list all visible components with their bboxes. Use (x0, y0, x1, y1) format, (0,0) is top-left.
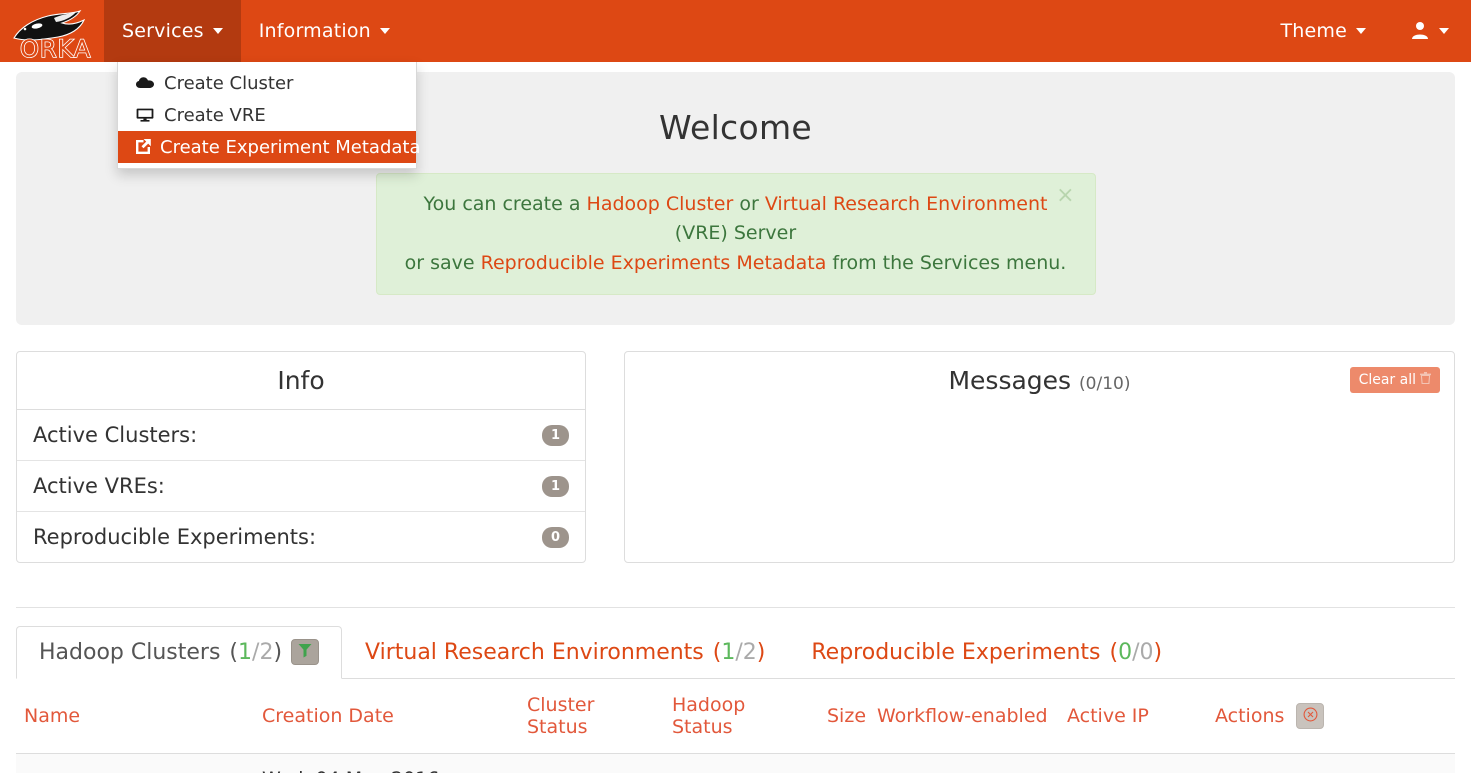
nav-item-services-label: Services (122, 20, 204, 42)
cancel-all-actions-button[interactable] (1296, 703, 1325, 730)
cell-actions (1207, 753, 1455, 773)
messages-panel-title: Messages (948, 366, 1072, 396)
nav-item-information-label: Information (258, 20, 371, 42)
column-header-creation-date[interactable]: Creation Date (254, 679, 519, 755)
alert-text-mid2: (VRE) Server (674, 222, 797, 245)
user-icon (1410, 20, 1430, 43)
nav-item-theme[interactable]: Theme (1258, 0, 1388, 62)
share-square-icon (134, 138, 152, 156)
cell-hadoop-status: ▶ (664, 753, 819, 773)
alert-text-suffix: from the Services menu. (826, 251, 1067, 274)
panels-row: Info Active Clusters: 1 Active VREs: 1 R… (16, 351, 1455, 564)
orca-whale-logo-icon: ORKA (6, 2, 98, 60)
alert-link-reproducible-experiments-metadata[interactable]: Reproducible Experiments Metadata (481, 252, 827, 274)
column-header-actions: Actions (1207, 679, 1455, 755)
alert-link-hadoop-cluster[interactable]: Hadoop Cluster (587, 193, 734, 215)
alert-close-icon[interactable]: × (1050, 184, 1080, 208)
cell-workflow-enabled (869, 753, 1059, 773)
menu-item-create-cluster[interactable]: Create Cluster (118, 67, 416, 99)
menu-item-create-vre[interactable]: Create VRE (118, 99, 416, 131)
chevron-down-icon (212, 28, 223, 34)
messages-panel-body (625, 409, 1454, 513)
section-divider (16, 607, 1455, 609)
nav-item-theme-label: Theme (1280, 20, 1347, 42)
info-row-active-clusters-label: Active Clusters: (33, 423, 198, 448)
chevron-down-icon (1439, 28, 1449, 34)
nav-item-services[interactable]: Services (104, 0, 241, 62)
tab-reproducible-experiments[interactable]: Reproducible Experiments (0/0) (788, 627, 1185, 679)
tab-hadoop-clusters-count: (1/2) (229, 639, 283, 665)
column-header-actions-label: Actions (1215, 705, 1285, 728)
filter-button[interactable] (291, 639, 320, 666)
nav-item-information[interactable]: Information (241, 0, 408, 62)
menu-item-create-experiment-metadata[interactable]: Create Experiment Metadata (118, 131, 421, 163)
info-panel-title: Info (277, 366, 325, 396)
tab-reproducible-experiments-label: Reproducible Experiments (811, 640, 1101, 666)
column-header-workflow-enabled[interactable]: Workflow-enabled (869, 679, 1059, 755)
menu-item-create-cluster-label: Create Cluster (164, 72, 294, 94)
clusters-table-head: Name Creation Date Cluster Status Hadoop… (16, 679, 1455, 755)
tab-hadoop-clusters[interactable]: Hadoop Clusters (1/2) (16, 626, 343, 680)
messages-panel-count: (0/10) (1079, 374, 1131, 395)
trash-icon (1420, 372, 1431, 388)
filter-icon (298, 643, 312, 661)
main-container: Welcome × You can create a Hadoop Cluste… (16, 72, 1455, 773)
table-row[interactable]: [orka]-test_cluster Wed, 04 May 2016 10:… (16, 753, 1455, 773)
info-row-active-vres: Active VREs: 1 (17, 461, 585, 513)
alert-text-mid1: or (733, 193, 765, 215)
table-header-row: Name Creation Date Cluster Status Hadoop… (16, 679, 1455, 755)
info-row-reproducible-experiments-badge: 0 (541, 526, 569, 548)
chevron-down-icon (379, 28, 390, 34)
info-row-active-clusters-badge: 1 (541, 424, 569, 446)
cell-cluster-status: ✔ (519, 753, 664, 773)
clusters-table-body: [orka]-test_cluster Wed, 04 May 2016 10:… (16, 753, 1455, 773)
nav-item-user[interactable] (1388, 0, 1471, 62)
clear-all-label: Clear all (1358, 372, 1416, 389)
alert-text-line2-prefix: or save (404, 251, 481, 274)
brand-logo[interactable]: ORKA (0, 0, 104, 62)
messages-panel: Messages (0/10) Clear all (624, 351, 1455, 564)
alert-link-vre[interactable]: Virtual Research Environment (765, 193, 1048, 215)
cell-active-ip[interactable]: 83.212.96.140 (1059, 753, 1207, 773)
circle-x-icon (1303, 707, 1318, 725)
cell-size: 2 (819, 753, 869, 773)
tab-virtual-research-environments[interactable]: Virtual Research Environments (1/2) (342, 627, 788, 679)
column-header-hadoop-status[interactable]: Hadoop Status (664, 679, 819, 755)
services-info-alert: × You can create a Hadoop Cluster or Vir… (375, 173, 1096, 296)
info-row-active-vres-badge: 1 (541, 475, 569, 497)
column-header-cluster-status[interactable]: Cluster Status (519, 679, 664, 755)
tab-hadoop-clusters-label: Hadoop Clusters (39, 639, 221, 665)
menu-item-create-experiment-metadata-label: Create Experiment Metadata (160, 136, 421, 158)
alert-text-prefix: You can create a (423, 193, 587, 215)
column-header-size[interactable]: Size (819, 679, 869, 755)
clusters-table: Name Creation Date Cluster Status Hadoop… (16, 679, 1455, 773)
cell-creation-date: Wed, 04 May 2016 10:38:42 (254, 753, 519, 773)
tab-reproducible-experiments-count: (0/0) (1109, 640, 1163, 666)
navbar-right-group: Theme (1258, 0, 1471, 62)
info-panel: Info Active Clusters: 1 Active VREs: 1 R… (16, 351, 586, 564)
info-panel-heading: Info (17, 352, 585, 411)
column-header-active-ip[interactable]: Active IP (1059, 679, 1207, 755)
info-row-reproducible-experiments: Reproducible Experiments: 0 (17, 512, 585, 562)
cloud-icon (134, 76, 156, 90)
desktop-icon (134, 108, 156, 123)
cell-cluster-name[interactable]: [orka]-test_cluster (16, 753, 254, 773)
menu-item-create-vre-label: Create VRE (164, 104, 266, 126)
chevron-down-icon (1356, 28, 1366, 34)
tab-virtual-research-environments-count: (1/2) (712, 640, 766, 666)
svg-text:ORKA: ORKA (20, 35, 91, 60)
top-navbar: ORKA Services Information Theme (0, 0, 1471, 62)
info-row-active-clusters: Active Clusters: 1 (17, 410, 585, 462)
column-header-name[interactable]: Name (16, 679, 254, 755)
services-dropdown-menu: Create Cluster Create VRE Create Experim… (117, 62, 421, 169)
info-row-reproducible-experiments-label: Reproducible Experiments: (33, 525, 317, 550)
content-tabs: Hadoop Clusters (1/2) Virtual Research E… (16, 626, 1455, 680)
clear-all-button[interactable]: Clear all (1349, 367, 1440, 394)
info-row-active-vres-label: Active VREs: (33, 474, 165, 499)
tab-virtual-research-environments-label: Virtual Research Environments (365, 640, 704, 666)
messages-panel-heading: Messages (0/10) Clear all (625, 352, 1454, 409)
